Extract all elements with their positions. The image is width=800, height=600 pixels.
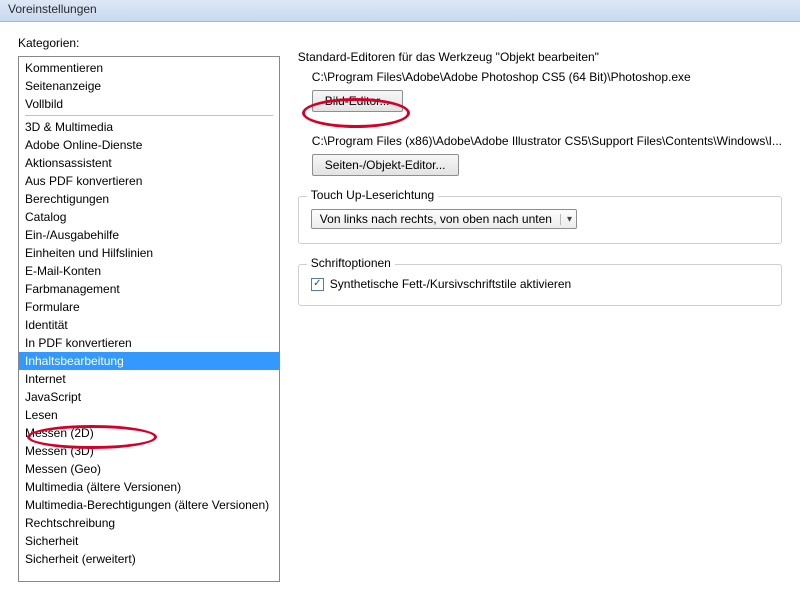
- touchup-direction-dropdown[interactable]: Von links nach rechts, von oben nach unt…: [311, 209, 577, 229]
- category-item[interactable]: E-Mail-Konten: [19, 262, 279, 280]
- category-item[interactable]: Sicherheit: [19, 532, 279, 550]
- category-item[interactable]: JavaScript: [19, 388, 279, 406]
- image-editor-path: C:\Program Files\Adobe\Adobe Photoshop C…: [312, 70, 782, 84]
- font-options-title: Schriftoptionen: [307, 256, 395, 270]
- category-item[interactable]: Aus PDF konvertieren: [19, 172, 279, 190]
- category-item[interactable]: Multimedia-Berechtigungen (ältere Versio…: [19, 496, 279, 514]
- category-item[interactable]: Rechtschreibung: [19, 514, 279, 532]
- synthetic-styles-label: Synthetische Fett-/Kursivschriftstile ak…: [330, 277, 571, 291]
- category-item[interactable]: Ein-/Ausgabehilfe: [19, 226, 279, 244]
- font-options-group: Schriftoptionen ✓ Synthetische Fett-/Kur…: [298, 264, 782, 306]
- category-item[interactable]: Messen (3D): [19, 442, 279, 460]
- window-titlebar: Voreinstellungen: [0, 0, 800, 22]
- category-item[interactable]: Seitenanzeige: [19, 77, 279, 95]
- category-item[interactable]: 3D & Multimedia: [19, 118, 279, 136]
- dialog-body: Kategorien: KommentierenSeitenanzeigeVol…: [0, 22, 800, 600]
- category-item[interactable]: Messen (Geo): [19, 460, 279, 478]
- category-item[interactable]: Vollbild: [19, 95, 279, 113]
- category-item[interactable]: Formulare: [19, 298, 279, 316]
- category-item[interactable]: Aktionsassistent: [19, 154, 279, 172]
- window-title: Voreinstellungen: [8, 2, 97, 16]
- category-item[interactable]: Internet: [19, 370, 279, 388]
- page-object-editor-button[interactable]: Seiten-/Objekt-Editor...: [312, 154, 459, 176]
- category-item[interactable]: Kommentieren: [19, 59, 279, 77]
- category-item[interactable]: Sicherheit (erweitert): [19, 550, 279, 568]
- synthetic-styles-checkbox[interactable]: ✓: [311, 278, 324, 291]
- category-separator: [25, 115, 273, 116]
- category-item[interactable]: Lesen: [19, 406, 279, 424]
- category-item[interactable]: In PDF konvertieren: [19, 334, 279, 352]
- left-panel: Kategorien: KommentierenSeitenanzeigeVol…: [18, 36, 280, 582]
- page-editor-path: C:\Program Files (x86)\Adobe\Adobe Illus…: [312, 134, 782, 148]
- category-item[interactable]: Berechtigungen: [19, 190, 279, 208]
- touchup-group-title: Touch Up-Leserichtung: [307, 188, 438, 202]
- image-editor-button[interactable]: Bild-Editor...: [312, 90, 403, 112]
- chevron-down-icon: ▾: [560, 214, 572, 225]
- category-item[interactable]: Inhaltsbearbeitung: [19, 352, 279, 370]
- category-item[interactable]: Identität: [19, 316, 279, 334]
- right-panel: Standard-Editoren für das Werkzeug "Obje…: [298, 36, 782, 582]
- category-item[interactable]: Messen (2D): [19, 424, 279, 442]
- category-item[interactable]: Farbmanagement: [19, 280, 279, 298]
- synthetic-styles-row[interactable]: ✓ Synthetische Fett-/Kursivschriftstile …: [311, 277, 769, 291]
- categories-label: Kategorien:: [18, 36, 280, 50]
- touchup-group: Touch Up-Leserichtung Von links nach rec…: [298, 196, 782, 244]
- standard-editors-heading: Standard-Editoren für das Werkzeug "Obje…: [298, 50, 782, 64]
- touchup-direction-value: Von links nach rechts, von oben nach unt…: [320, 212, 552, 226]
- category-item[interactable]: Multimedia (ältere Versionen): [19, 478, 279, 496]
- category-item[interactable]: Einheiten und Hilfslinien: [19, 244, 279, 262]
- categories-listbox[interactable]: KommentierenSeitenanzeigeVollbild 3D & Mu…: [18, 56, 280, 582]
- category-item[interactable]: Catalog: [19, 208, 279, 226]
- category-item[interactable]: Adobe Online-Dienste: [19, 136, 279, 154]
